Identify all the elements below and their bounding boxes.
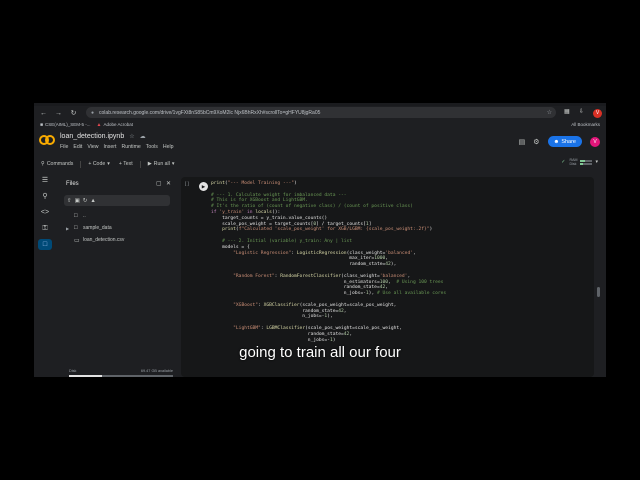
extensions-icon[interactable]: ▦ [564,108,570,115]
bookmark-item[interactable]: ▲ Adobe Acrobat [97,122,133,128]
url-input[interactable]: ● colab.research.google.com/drive/1vgFXt… [86,107,556,118]
table-of-contents-icon[interactable]: ☰ [38,175,52,186]
menu-edit[interactable]: Edit [73,144,82,150]
code-line: n_jobs=-1), # Use all available cores [211,291,447,297]
code-snippets-icon[interactable]: <> [38,207,52,218]
connected-check-icon: ✓ [561,159,566,165]
upload-icon[interactable]: ⇧ [67,198,72,204]
files-toolbar: ⇧ ▣ ↻ ▲ [64,195,170,206]
colab-header: loan_detection.ipynb ☆ ☁ File Edit View … [34,130,606,156]
file-tree-item[interactable]: □ .. [66,210,124,222]
toolbar-divider [139,160,141,168]
folder-icon: □ [74,213,78,219]
add-text-button[interactable]: + Text [119,161,133,167]
bookmark-favicon-icon: ■ [40,121,44,128]
open-in-new-icon[interactable]: ▢ [156,180,162,187]
refresh-icon[interactable]: ↻ [83,198,88,204]
secrets-key-icon[interactable]: ⚿ [38,223,52,234]
download-icon[interactable]: ⇩ [579,108,584,115]
address-bar-row: ← → ↻ ⌂ ● colab.research.google.com/driv… [34,106,606,120]
reload-icon[interactable]: ↻ [68,108,79,119]
acrobat-icon: ▲ [96,121,102,128]
resource-labels: RAM Disk [569,158,578,166]
resource-bars [580,159,593,165]
run-cell-button[interactable]: ▶ [199,182,208,191]
runtime-status[interactable]: ✓ RAM Disk ▾ [561,158,598,166]
disk-usage-bar [69,375,173,377]
ram-bar [580,159,593,162]
code-line: n_jobs=-1) [211,337,336,343]
menu-file[interactable]: File [60,144,68,150]
mount-drive-icon[interactable]: ▲ [90,198,95,204]
folder-icon: □ [74,225,78,231]
share-button[interactable]: ☻ Share [547,136,582,147]
share-icon: ☻ [553,138,560,145]
bookmark-item[interactable]: ■ CSE(AIML)_SEM-5 -... [40,122,91,128]
comments-icon[interactable]: ▤ [519,138,526,146]
all-bookmarks-link[interactable]: All Bookmarks [571,122,600,127]
star-icon[interactable]: ☆ [129,133,134,140]
search-icon: ⚲ [41,161,45,167]
notebook-title-row: loan_detection.ipynb ☆ ☁ [60,133,146,140]
close-icon[interactable]: ✕ [166,180,171,187]
settings-icon[interactable]: ⚙ [533,138,539,146]
back-icon[interactable]: ← [38,108,49,119]
bookmark-star-icon[interactable]: ☆ [547,109,552,116]
cell-execution-count: [ ] [185,181,189,186]
run-all-button[interactable]: ▶ Run all ▾ [148,161,177,167]
menu-tools[interactable]: Tools [146,144,158,150]
video-caption: going to train all our four [239,344,401,361]
scrollbar[interactable] [597,287,600,297]
menu-insert[interactable]: Insert [103,144,116,150]
file-tree-item[interactable]: ▭ loan_detection.csv [66,234,124,246]
url-text: colab.research.google.com/drive/1vgFXt8n… [99,109,321,116]
notebook-title[interactable]: loan_detection.ipynb [60,133,124,140]
search-replace-icon[interactable]: ⚲ [38,191,52,202]
file-icon: ▭ [74,237,80,244]
header-actions: ▤ ⚙ ☻ Share V [519,136,600,147]
menu-view[interactable]: View [87,144,98,150]
commands-button[interactable]: ⚲ Commands [41,161,73,167]
new-folder-icon[interactable]: ▣ [75,198,80,204]
file-tree: □ .. ▶ □ sample_data ▭ loan_detection.cs… [66,210,124,246]
bookmarks-bar: ■ CSE(AIML)_SEM-5 -... ▲ Adobe Acrobat All… [34,120,606,129]
menu-runtime[interactable]: Runtime [121,144,140,150]
menu-bar: File Edit View Insert Runtime Tools Help [60,144,179,150]
chevron-down-icon: ▾ [107,161,110,167]
site-info-icon[interactable]: ● [91,110,94,116]
notebook-toolbar: ⚲ Commands + Code ▾ + Text ▶ Run all ▾ ✓ RAM… [34,158,606,170]
files-panel-title: Files [66,181,79,187]
chevron-down-icon: ▾ [171,161,175,167]
play-icon: ▶ [147,161,152,167]
folder-icon[interactable]: □ [38,239,52,250]
disk-bar [580,162,593,165]
cloud-icon: ☁ [139,134,146,140]
toolbar-divider [80,160,82,168]
code-editor[interactable]: print("--- Model Training ---") # --- 1.… [211,181,446,343]
add-code-button[interactable]: + Code ▾ [88,161,111,167]
forward-icon[interactable]: → [53,108,64,119]
code-line: print(f"Calculated 'scale_pos_weight' fo… [222,227,433,233]
chevron-down-icon[interactable]: ▾ [595,159,598,165]
profile-avatar[interactable]: V [593,109,602,118]
chevron-right-icon[interactable]: ▶ [66,226,74,231]
colab-logo-icon[interactable] [39,135,55,147]
browser-window: ← → ↻ ⌂ ● colab.research.google.com/driv… [34,103,606,377]
menu-help[interactable]: Help [163,144,174,150]
user-avatar[interactable]: V [590,136,600,147]
file-tree-item[interactable]: ▶ □ sample_data [66,222,124,234]
